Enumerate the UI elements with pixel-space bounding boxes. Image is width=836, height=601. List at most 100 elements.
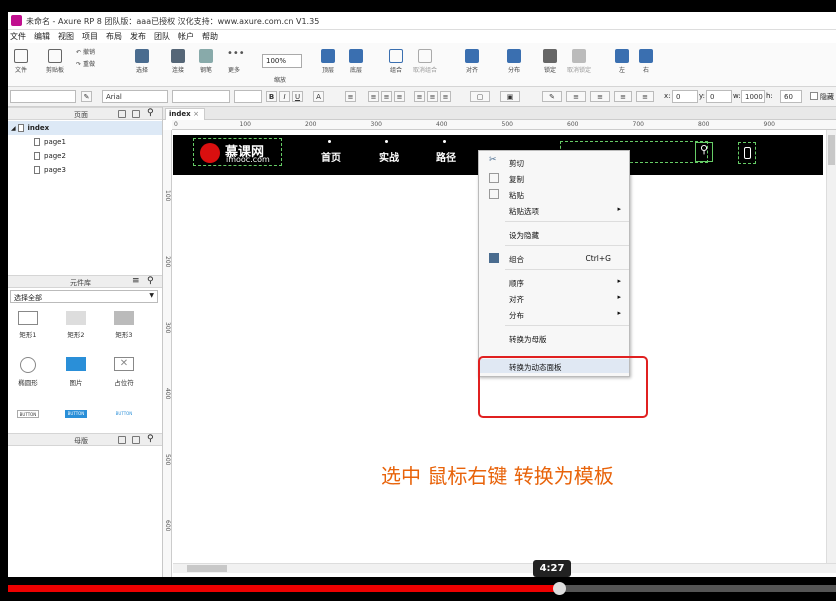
menu-item-cut[interactable]: ✂ 剪切: [479, 155, 629, 169]
menu-item-hide[interactable]: 设为隐藏: [479, 227, 629, 241]
search-icon[interactable]: ⚲: [695, 142, 713, 162]
clipboard-button[interactable]: 剪贴板: [40, 45, 70, 74]
library-select[interactable]: 选择全部 ▼: [10, 290, 158, 303]
bring-to-top-button[interactable]: 顶层: [318, 45, 338, 74]
hide-checkbox[interactable]: [810, 92, 818, 100]
y-field[interactable]: 0: [706, 90, 732, 103]
unlock-button[interactable]: 取消锁定: [564, 45, 594, 74]
menu-icon[interactable]: ≡: [132, 276, 140, 286]
font-family-select[interactable]: Arial: [102, 90, 168, 103]
add-master-icon[interactable]: [118, 436, 126, 444]
font-size-select[interactable]: [234, 90, 262, 103]
left-panel-toggle[interactable]: 左: [614, 45, 630, 74]
search-icon[interactable]: ⚲: [147, 276, 154, 286]
width-field[interactable]: 1000: [741, 90, 765, 103]
menu-edit[interactable]: 编辑: [30, 30, 54, 42]
valign-middle-button[interactable]: ≡: [427, 91, 438, 102]
menu-item-paste[interactable]: 粘贴: [479, 187, 629, 201]
right-panel-toggle[interactable]: 右: [638, 45, 654, 74]
send-to-bottom-button[interactable]: 底层: [346, 45, 366, 74]
menu-account[interactable]: 帐户: [174, 30, 198, 42]
tree-item-page1[interactable]: page1: [8, 135, 162, 149]
search-icon[interactable]: ⚲: [147, 108, 154, 118]
pen-button[interactable]: 钢笔: [196, 45, 216, 74]
align-left-button[interactable]: ≡: [368, 91, 379, 102]
widget-image[interactable]: 图片: [56, 357, 96, 387]
add-page-icon[interactable]: [118, 110, 126, 118]
menu-help[interactable]: 帮助: [198, 30, 222, 42]
add-folder-icon[interactable]: [132, 436, 140, 444]
x-field[interactable]: 0: [672, 90, 698, 103]
align-center-button[interactable]: ≡: [381, 91, 392, 102]
align-button[interactable]: 对齐: [460, 45, 484, 74]
menu-item-group[interactable]: 组合 Ctrl+G: [479, 251, 629, 265]
menu-publish[interactable]: 发布: [126, 30, 150, 42]
widget-rect1[interactable]: 矩形1: [8, 311, 48, 339]
vertical-scrollbar[interactable]: [826, 130, 836, 563]
menu-item-distribute[interactable]: 分布 ▸: [479, 307, 629, 321]
lock-button[interactable]: 锁定: [540, 45, 560, 74]
height-field[interactable]: 60: [780, 90, 802, 103]
menu-project[interactable]: 项目: [78, 30, 102, 42]
bullet-button[interactable]: ≡: [345, 91, 356, 102]
menu-item-copy[interactable]: 复制: [479, 171, 629, 185]
progress-knob[interactable]: [552, 582, 566, 595]
menu-layout[interactable]: 布局: [102, 30, 126, 42]
video-progress-bar[interactable]: [8, 582, 836, 595]
fill-color-button[interactable]: ▢: [470, 91, 490, 102]
border-width-button[interactable]: ≡: [566, 91, 586, 102]
arrow-style-button[interactable]: ≡: [614, 91, 632, 102]
zoom-select[interactable]: 100%: [262, 54, 302, 68]
tab-index[interactable]: index ×: [165, 108, 205, 120]
shadow-button[interactable]: ▣: [500, 91, 520, 102]
menu-team[interactable]: 团队: [150, 30, 174, 42]
font-style-select[interactable]: [172, 90, 230, 103]
align-right-button[interactable]: ≡: [394, 91, 405, 102]
border-style-button[interactable]: ≡: [590, 91, 610, 102]
widget-rect3[interactable]: 矩形3: [104, 311, 144, 339]
tree-item-page2[interactable]: page2: [8, 149, 162, 163]
redo-button[interactable]: ↷ 重做: [76, 59, 95, 68]
group-button[interactable]: 组合: [386, 45, 406, 74]
mobile-icon[interactable]: [738, 142, 756, 164]
tree-item-index[interactable]: ◢ index: [8, 121, 162, 135]
menu-item-convert-master[interactable]: 转换为母版: [479, 331, 629, 345]
horizontal-scrollbar[interactable]: [173, 563, 836, 573]
widget-ellipse[interactable]: 椭圆形: [8, 357, 48, 387]
close-icon[interactable]: ×: [193, 110, 199, 118]
border-color-button[interactable]: ✎: [542, 91, 562, 102]
brand-logo[interactable]: 慕课网 imooc.com: [193, 138, 282, 166]
ungroup-button[interactable]: 取消组合: [410, 45, 440, 74]
menu-item-order[interactable]: 顺序 ▸: [479, 275, 629, 289]
widget-rect2[interactable]: 矩形2: [56, 311, 96, 339]
menu-item-paste-options[interactable]: 粘贴选项 ▸: [479, 203, 629, 217]
menu-view[interactable]: 视图: [54, 30, 78, 42]
tree-item-page3[interactable]: page3: [8, 163, 162, 177]
corner-button[interactable]: ≡: [636, 91, 654, 102]
file-button[interactable]: 文件: [11, 45, 31, 74]
widget-link-button[interactable]: BUTTON: [104, 410, 144, 418]
nav-path[interactable]: 路径: [436, 149, 456, 164]
style-select[interactable]: [10, 90, 76, 103]
italic-button[interactable]: I: [279, 91, 290, 102]
valign-bottom-button[interactable]: ≡: [440, 91, 451, 102]
nav-practice[interactable]: 实战: [379, 149, 399, 164]
format-painter-icon[interactable]: ✎: [81, 91, 92, 102]
underline-button[interactable]: U: [292, 91, 303, 102]
menu-file[interactable]: 文件: [8, 30, 30, 42]
menu-item-align[interactable]: 对齐 ▸: [479, 291, 629, 305]
nav-home[interactable]: 首页: [321, 149, 341, 164]
more-button[interactable]: ••• 更多: [222, 45, 246, 75]
distribute-button[interactable]: 分布: [502, 45, 526, 74]
undo-button[interactable]: ↶ 撤销: [76, 47, 95, 56]
add-folder-icon[interactable]: [132, 110, 140, 118]
valign-top-button[interactable]: ≡: [414, 91, 425, 102]
widget-primary-button[interactable]: BUTTON: [56, 410, 96, 418]
widget-placeholder[interactable]: ✕ 占位符: [104, 357, 144, 387]
search-icon[interactable]: ⚲: [147, 434, 154, 444]
connect-button[interactable]: 连接: [168, 45, 188, 74]
select-button[interactable]: 选择: [126, 45, 158, 74]
font-color-button[interactable]: A: [313, 91, 324, 102]
widget-button[interactable]: BUTTON: [8, 410, 48, 418]
bold-button[interactable]: B: [266, 91, 277, 102]
